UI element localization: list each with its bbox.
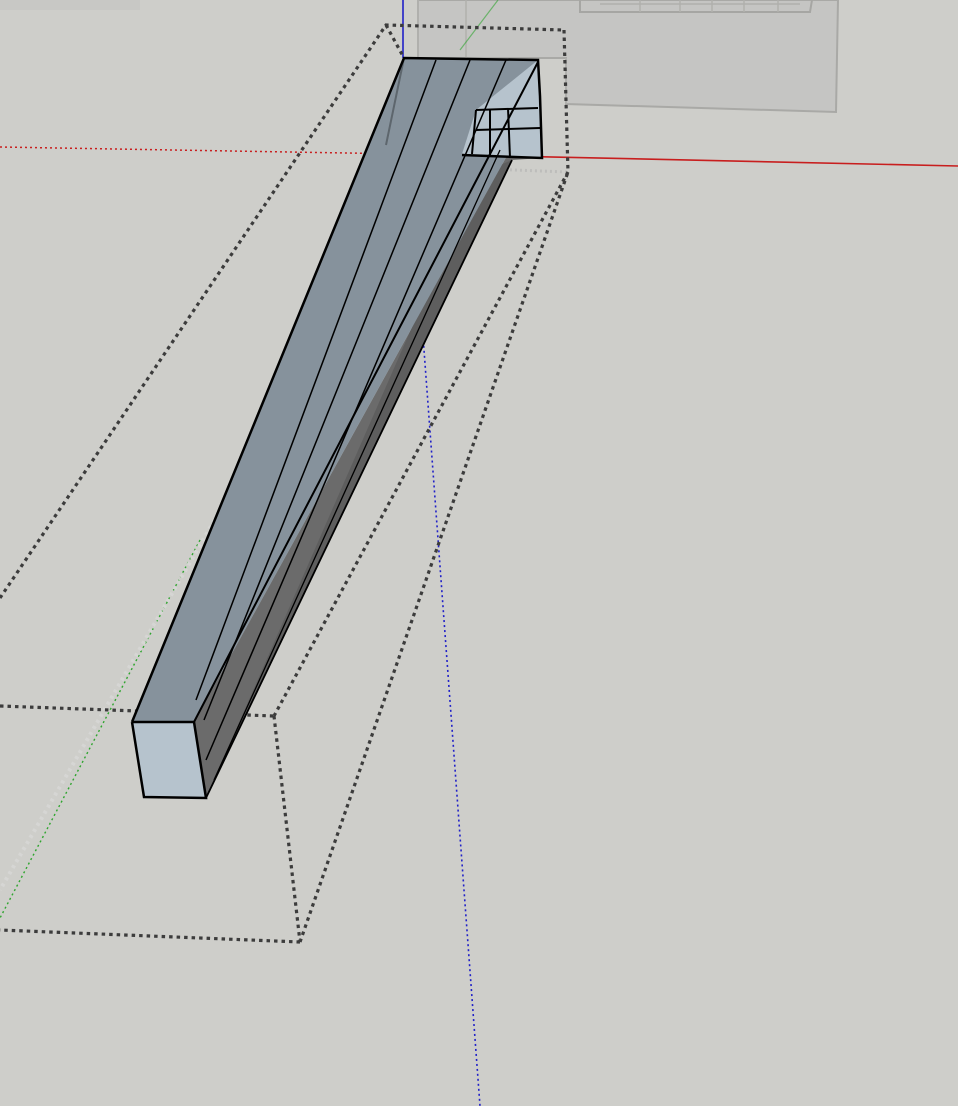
selected-beam[interactable] <box>130 56 544 800</box>
viewport-shadow <box>0 0 140 10</box>
beam-top-face[interactable] <box>132 58 540 722</box>
blue-axis-negative <box>419 295 481 1106</box>
scene-canvas[interactable] <box>0 0 958 1106</box>
modeling-viewport[interactable] <box>0 0 958 1106</box>
